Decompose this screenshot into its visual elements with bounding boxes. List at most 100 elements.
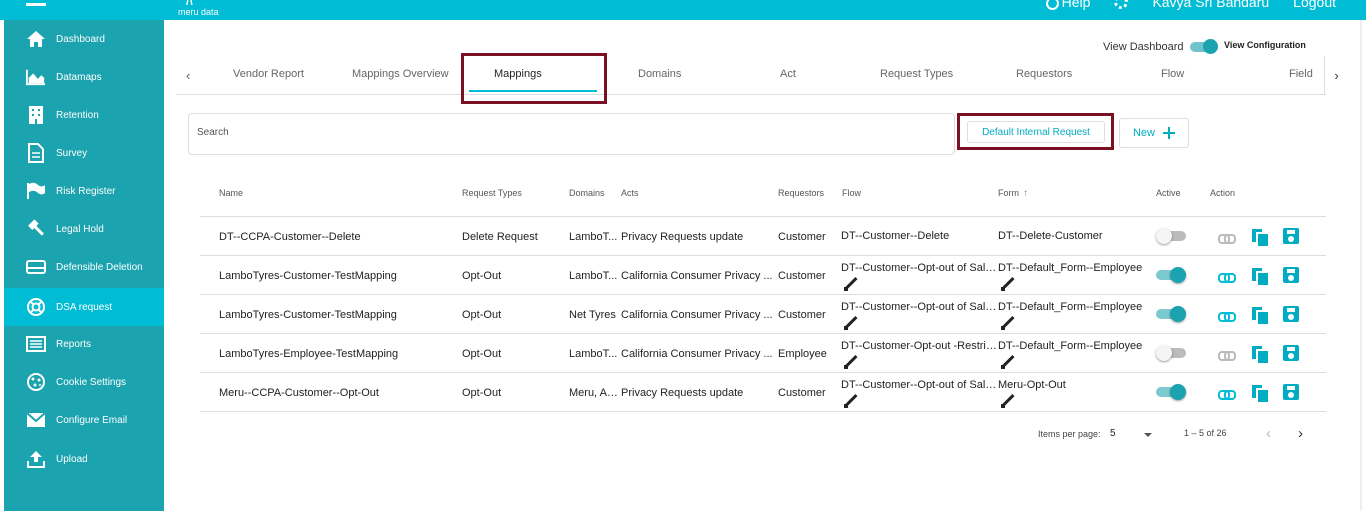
list-icon	[26, 334, 46, 354]
column-header-requestors[interactable]: Requestors	[778, 188, 824, 198]
save-icon[interactable]	[1283, 384, 1299, 400]
column-header-flow[interactable]: Flow	[842, 188, 861, 198]
edit-flow-icon[interactable]	[844, 277, 858, 291]
column-header-domains[interactable]: Domains	[569, 188, 605, 198]
table-row[interactable]: LamboTyres-Customer-TestMapping Opt-Out Ne…	[200, 295, 1326, 334]
sidebar-item-cookie-settings[interactable]: Cookie Settings	[4, 363, 164, 401]
sidebar-item-upload[interactable]: Upload	[4, 440, 164, 478]
column-header-form[interactable]: Form ↑	[998, 188, 1028, 199]
table-row[interactable]: Meru--CCPA-Customer--Opt-Out Opt-Out Meru,…	[200, 373, 1326, 412]
view-dashboard-label[interactable]: View Dashboard	[1103, 41, 1184, 53]
cell-request-type: Opt-Out	[462, 309, 502, 321]
tab-highlight-box	[461, 53, 607, 104]
sidebar-item-reports[interactable]: Reports	[4, 325, 164, 363]
help-label: Help	[1061, 0, 1091, 10]
sidebar-item-defensible-deletion[interactable]: Defensible Deletion	[4, 248, 164, 286]
chevron-left-icon[interactable]: ‹	[186, 68, 190, 83]
new-button[interactable]: New	[1119, 118, 1189, 148]
link-icon[interactable]	[1218, 307, 1236, 323]
save-icon[interactable]	[1283, 267, 1299, 283]
sidebar-item-label: Risk Register	[56, 185, 116, 197]
help-link[interactable]: Help	[1045, 0, 1091, 10]
edit-flow-icon[interactable]	[844, 394, 858, 408]
building-icon	[26, 105, 46, 125]
next-page-icon[interactable]: ›	[1298, 425, 1303, 442]
cell-domains: Meru, An...	[569, 387, 621, 399]
sidebar-item-configure-email[interactable]: Configure Email	[4, 401, 164, 439]
tab-act[interactable]: Act	[780, 68, 796, 80]
link-icon[interactable]	[1218, 229, 1236, 245]
copy-icon[interactable]	[1251, 267, 1268, 285]
tab-mappings-overview[interactable]: Mappings Overview	[352, 68, 449, 80]
sidebar-item-dashboard[interactable]: Dashboard	[4, 20, 164, 58]
logout-link[interactable]: Logout	[1293, 0, 1336, 10]
toggle-knob	[1156, 228, 1172, 244]
view-mode-toggle[interactable]	[1190, 39, 1218, 54]
sidebar-item-risk-register[interactable]: Risk Register	[4, 172, 164, 210]
lifebuoy-icon	[26, 297, 46, 317]
view-configuration-label[interactable]: View Configuration	[1224, 40, 1306, 50]
sidebar-item-dsa-request[interactable]: DSA request	[4, 288, 164, 326]
sidebar-item-label: Reports	[56, 338, 92, 350]
hamburger-icon[interactable]	[26, 0, 46, 6]
tab-request-types[interactable]: Request Types	[880, 68, 953, 80]
tab-vendor-report[interactable]: Vendor Report	[233, 68, 304, 80]
chevron-right-icon[interactable]: ›	[1324, 56, 1348, 94]
sidebar-item-datamaps[interactable]: Datamaps	[4, 58, 164, 96]
edit-form-icon[interactable]	[1001, 277, 1015, 291]
active-toggle[interactable]	[1156, 228, 1186, 244]
save-icon[interactable]	[1283, 345, 1299, 361]
active-toggle[interactable]	[1156, 384, 1186, 400]
table-row[interactable]: DT--CCPA-Customer--Delete Delete Request L…	[200, 217, 1326, 256]
sidebar-item-label: DSA request	[56, 301, 113, 313]
column-header-name[interactable]: Name	[219, 188, 243, 198]
edit-form-icon[interactable]	[1001, 316, 1015, 330]
active-toggle[interactable]	[1156, 267, 1186, 283]
page-scrollbar[interactable]	[1360, 20, 1362, 511]
mappings-table: Name Request Types Domains Acts Requesto…	[200, 173, 1326, 412]
help-icon	[1045, 0, 1059, 10]
cell-name[interactable]: LamboTyres-Employee-TestMapping	[219, 348, 454, 360]
link-icon[interactable]	[1218, 385, 1236, 401]
gear-icon[interactable]	[1114, 0, 1129, 9]
sidebar-item-legal-hold[interactable]: Legal Hold	[4, 210, 164, 248]
cell-name[interactable]: Meru--CCPA-Customer--Opt-Out	[219, 387, 454, 399]
edit-flow-icon[interactable]	[844, 316, 858, 330]
cell-acts: California Consumer Privacy ...	[621, 309, 773, 321]
active-toggle[interactable]	[1156, 306, 1186, 322]
column-header-acts[interactable]: Acts	[621, 188, 639, 198]
tab-domains[interactable]: Domains	[638, 68, 681, 80]
edit-flow-icon[interactable]	[844, 355, 858, 369]
table-row[interactable]: LamboTyres-Customer-TestMapping Opt-Out La…	[200, 256, 1326, 295]
edit-form-icon[interactable]	[1001, 355, 1015, 369]
column-header-request-types[interactable]: Request Types	[462, 188, 522, 198]
cell-name[interactable]: LamboTyres-Customer-TestMapping	[219, 309, 454, 321]
copy-icon[interactable]	[1251, 306, 1268, 324]
user-name[interactable]: Kavya Sri Bandaru	[1152, 0, 1269, 10]
sidebar-item-label: Datamaps	[56, 71, 102, 83]
sidebar-item-survey[interactable]: Survey	[4, 134, 164, 172]
copy-icon[interactable]	[1251, 228, 1268, 246]
cell-name[interactable]: DT--CCPA-Customer--Delete	[219, 231, 454, 243]
tab-requestors[interactable]: Requestors	[1016, 68, 1072, 80]
copy-icon[interactable]	[1251, 345, 1268, 363]
edit-form-icon[interactable]	[1001, 394, 1015, 408]
default-internal-request-button[interactable]: Default Internal Request	[967, 121, 1105, 143]
search-input[interactable]	[197, 127, 937, 138]
save-icon[interactable]	[1283, 306, 1299, 322]
table-row[interactable]: LamboTyres-Employee-TestMapping Opt-Out La…	[200, 334, 1326, 373]
cell-flow: DT--Customer--Opt-out of Sale...	[841, 379, 997, 391]
cell-name[interactable]: LamboTyres-Customer-TestMapping	[219, 270, 454, 282]
copy-icon[interactable]	[1251, 384, 1268, 402]
cell-flow: DT--Customer--Delete	[841, 230, 950, 242]
previous-page-icon[interactable]: ‹	[1266, 425, 1271, 442]
link-icon[interactable]	[1218, 346, 1236, 362]
page-size-select[interactable]: 5	[1110, 428, 1158, 442]
save-icon[interactable]	[1283, 228, 1299, 244]
sidebar-item-retention[interactable]: Retention	[4, 96, 164, 134]
active-toggle[interactable]	[1156, 345, 1186, 361]
caret-down-icon	[1144, 433, 1152, 437]
tab-field[interactable]: Field	[1289, 68, 1313, 80]
link-icon[interactable]	[1218, 268, 1236, 284]
tab-flow[interactable]: Flow	[1161, 68, 1184, 80]
